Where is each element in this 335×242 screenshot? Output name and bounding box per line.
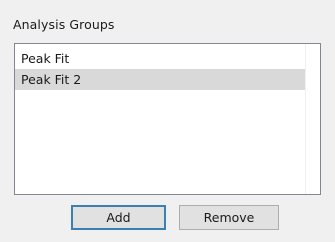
analysis-groups-panel: Analysis Groups Peak Fit Peak Fit 2 Add … (0, 0, 335, 242)
analysis-groups-listbox[interactable]: Peak Fit Peak Fit 2 (14, 43, 321, 195)
group-title: Analysis Groups (13, 17, 115, 32)
remove-button[interactable]: Remove (179, 205, 279, 230)
list-item-peak-fit-2[interactable]: Peak Fit 2 (15, 69, 306, 90)
list-item-peak-fit[interactable]: Peak Fit (15, 48, 306, 69)
vertical-scrollbar[interactable] (305, 44, 320, 194)
add-button[interactable]: Add (71, 205, 166, 230)
